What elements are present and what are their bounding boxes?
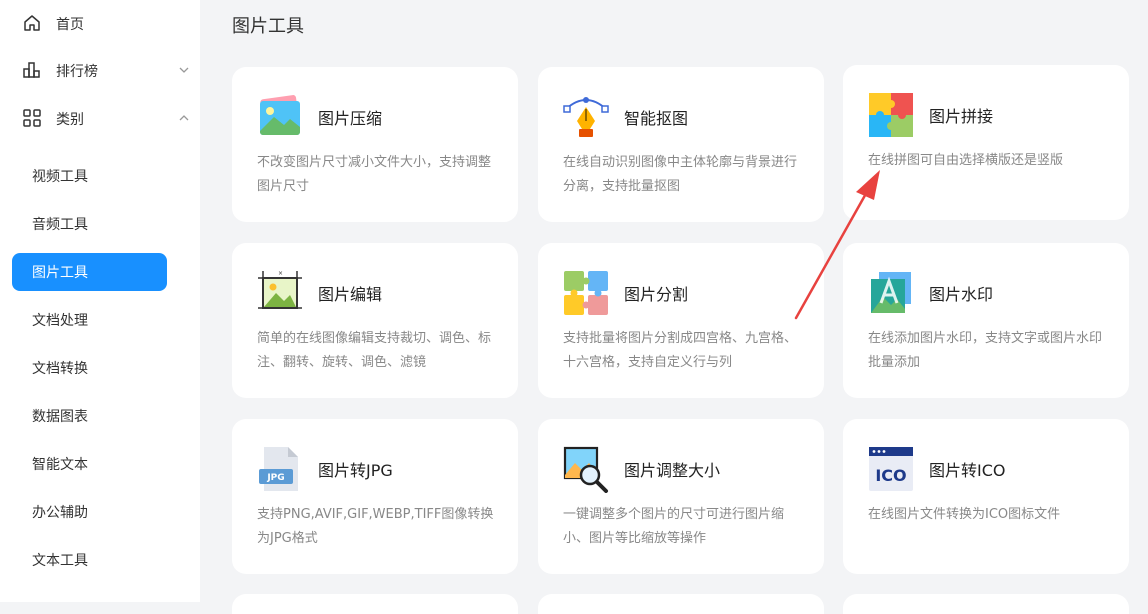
tool-card-desc: 支持批量将图片分割成四宫格、九宫格、十六宫格，支持自定义行与列 — [563, 331, 798, 370]
tool-card-desc: 在线自动识别图像中主体轮廓与背景进行分离，支持批量抠图 — [563, 155, 798, 194]
tool-card-desc: 在线添加图片水印，支持文字或图片水印批量添加 — [868, 331, 1103, 370]
jpg-badge-text: JPG — [266, 473, 284, 483]
tool-card-partial[interactable] — [232, 594, 518, 614]
tool-card-desc: 简单的在线图像编辑支持裁切、调色、标注、翻转、旋转、调色、滤镜 — [257, 331, 492, 370]
chevron-up-icon — [179, 115, 189, 121]
tool-card-image-edit[interactable]: × 图片编辑 简单的在线图像编辑支持裁切、调色、标注、翻转、旋转、调色、滤镜 — [232, 243, 518, 398]
sidebar-item-label: 文本工具 — [32, 553, 88, 569]
nav-category[interactable]: 类别 — [0, 95, 200, 143]
tool-card-desc: 支持PNG,AVIF,GIF,WEBP,TIFF图像转换为JPG格式 — [257, 507, 494, 546]
sidebar-item-label: 办公辅助 — [32, 505, 88, 521]
tool-card-desc: 在线图片文件转换为ICO图标文件 — [868, 507, 1061, 522]
pen-tool-icon — [563, 97, 609, 137]
tool-card-image-to-ico[interactable]: ICO 图片转ICO 在线图片文件转换为ICO图标文件 — [843, 419, 1129, 574]
tool-card-smart-cutout[interactable]: 智能抠图 在线自动识别图像中主体轮廓与背景进行分离，支持批量抠图 — [538, 67, 824, 222]
tool-card-desc: 不改变图片尺寸减小文件大小，支持调整图片尺寸 — [257, 155, 492, 194]
tool-card-title: 图片压缩 — [318, 109, 383, 128]
tool-card-title: 图片转ICO — [929, 461, 1006, 480]
sidebar-item-smart-text[interactable]: 智能文本 — [12, 445, 167, 483]
tool-card-image-split[interactable]: 图片分割 支持批量将图片分割成四宫格、九宫格、十六宫格，支持自定义行与列 — [538, 243, 824, 398]
sidebar-item-text-tools[interactable]: 文本工具 — [12, 541, 167, 579]
sidebar-item-image-tools[interactable]: 图片工具 — [12, 253, 167, 291]
sidebar-item-label: 数据图表 — [32, 409, 88, 425]
sidebar-item-data-charts[interactable]: 数据图表 — [12, 397, 167, 435]
nav-ranking[interactable]: 排行榜 — [0, 47, 200, 95]
tool-card-title: 图片调整大小 — [624, 461, 721, 480]
puzzle-split-icon — [564, 271, 608, 315]
jpg-file-icon: JPG — [259, 447, 298, 491]
sidebar-item-label: 音频工具 — [32, 217, 88, 233]
sidebar-item-document-processing[interactable]: 文档处理 — [12, 301, 167, 339]
sidebar-item-label: 文档转换 — [32, 361, 88, 377]
tool-card-title: 图片转JPG — [318, 461, 393, 480]
sidebar-item-document-conversion[interactable]: 文档转换 — [12, 349, 167, 387]
tool-card-desc: 在线拼图可自由选择横版还是竖版 — [868, 153, 1064, 168]
bar-chart-icon — [23, 62, 40, 78]
tool-card-title: 图片分割 — [624, 285, 689, 304]
sidebar-item-label: 智能文本 — [32, 457, 88, 473]
sidebar-item-video-tools[interactable]: 视频工具 — [12, 157, 167, 195]
tool-card-partial[interactable] — [538, 594, 824, 614]
tool-card-title: 图片拼接 — [929, 107, 994, 126]
tool-card-title: 图片编辑 — [318, 285, 383, 304]
home-icon — [24, 15, 40, 31]
image-compress-icon — [260, 95, 300, 135]
sidebar-item-label: 图片工具 — [32, 265, 88, 281]
grid-icon — [23, 109, 41, 127]
nav-ranking-label: 排行榜 — [56, 64, 98, 80]
tool-card-image-stitch[interactable]: 图片拼接 在线拼图可自由选择横版还是竖版 — [843, 65, 1129, 220]
watermark-icon — [871, 272, 911, 313]
ico-file-icon: ICO — [869, 447, 913, 491]
tool-card-image-resize[interactable]: 图片调整大小 一键调整多个图片的尺寸可进行图片缩小、图片等比缩放等操作 — [538, 419, 824, 574]
nav-home[interactable]: 首页 — [0, 0, 200, 48]
sidebar-item-office-assist[interactable]: 办公辅助 — [12, 493, 167, 531]
tool-card-title: 图片水印 — [929, 285, 994, 304]
tool-card-partial[interactable] — [843, 594, 1129, 614]
image-edit-icon: × — [258, 270, 302, 309]
nav-home-label: 首页 — [56, 17, 84, 33]
tool-card-image-to-jpg[interactable]: JPG 图片转JPG 支持PNG,AVIF,GIF,WEBP,TIFF图像转换为… — [232, 419, 518, 574]
svg-text:×: × — [278, 270, 283, 277]
ico-badge-text: ICO — [875, 466, 906, 485]
tool-card-image-watermark[interactable]: 图片水印 在线添加图片水印，支持文字或图片水印批量添加 — [843, 243, 1129, 398]
tool-card-title: 智能抠图 — [624, 109, 689, 128]
nav-category-label: 类别 — [56, 112, 84, 128]
tool-card-image-compress[interactable]: 图片压缩 不改变图片尺寸减小文件大小，支持调整图片尺寸 — [232, 67, 518, 222]
page-title: 图片工具 — [232, 16, 304, 37]
puzzle-icon — [869, 93, 913, 137]
sidebar-item-audio-tools[interactable]: 音频工具 — [12, 205, 167, 243]
sidebar: 首页 排行榜 类别 视频工具 音频工具 图片工具 文档处理 文档转换 数据图表 … — [0, 0, 200, 602]
tool-card-desc: 一键调整多个图片的尺寸可进行图片缩小、图片等比缩放等操作 — [563, 507, 785, 546]
chevron-down-icon — [179, 67, 189, 73]
image-resize-icon — [563, 446, 608, 493]
sidebar-item-label: 视频工具 — [32, 169, 88, 185]
sidebar-item-label: 文档处理 — [32, 313, 88, 329]
